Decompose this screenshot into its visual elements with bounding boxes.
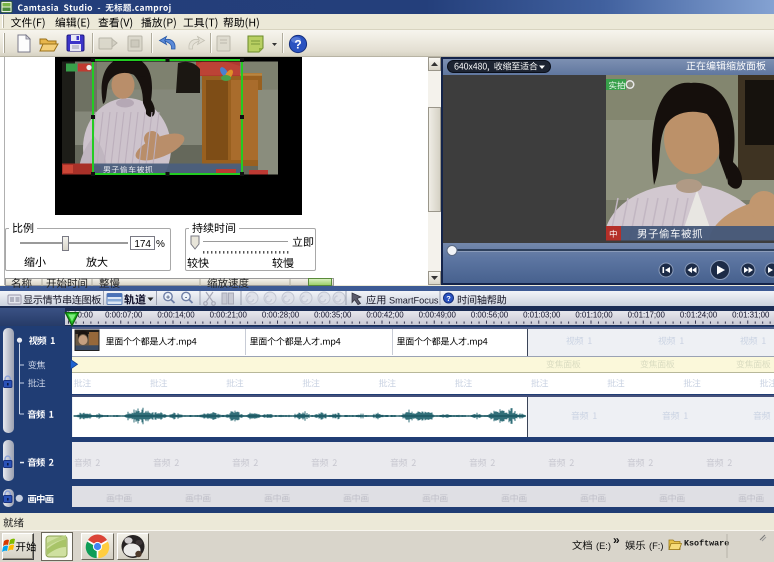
svg-text:(E:): (E:) (596, 541, 611, 551)
svg-text:+: + (166, 294, 170, 301)
svg-text:0:00:35;00: 0:00:35;00 (314, 311, 352, 320)
svg-text:0:00:49;00: 0:00:49;00 (419, 311, 457, 320)
svg-text:0:00:07;00: 0:00:07;00 (105, 311, 143, 320)
svg-text:»: » (613, 533, 620, 547)
svg-text:0:00:28;00: 0:00:28;00 (262, 311, 300, 320)
svg-text:SmartFocus: SmartFocus (389, 296, 439, 306)
svg-text:0:00:56;00: 0:00:56;00 (471, 311, 509, 320)
svg-text:?: ? (446, 294, 451, 303)
svg-text:0:01:24;00: 0:01:24;00 (680, 311, 718, 320)
svg-text:0:01:17;00: 0:01:17;00 (628, 311, 666, 320)
svg-text:0:00:14;00: 0:00:14;00 (157, 311, 195, 320)
svg-text:(F:): (F:) (649, 541, 663, 551)
svg-text:0:01:10;00: 0:01:10;00 (575, 311, 613, 320)
svg-text:0:01:31;00: 0:01:31;00 (732, 311, 770, 320)
svg-text:174: 174 (134, 239, 151, 250)
svg-text:0:00:42;00: 0:00:42;00 (366, 311, 404, 320)
svg-text:0:00:21;00: 0:00:21;00 (210, 311, 248, 320)
svg-text:Ksoftware: Ksoftware (684, 539, 729, 549)
svg-text:0:01:03;00: 0:01:03;00 (523, 311, 561, 320)
svg-text:?: ? (294, 38, 301, 52)
svg-text:%: % (156, 239, 165, 250)
